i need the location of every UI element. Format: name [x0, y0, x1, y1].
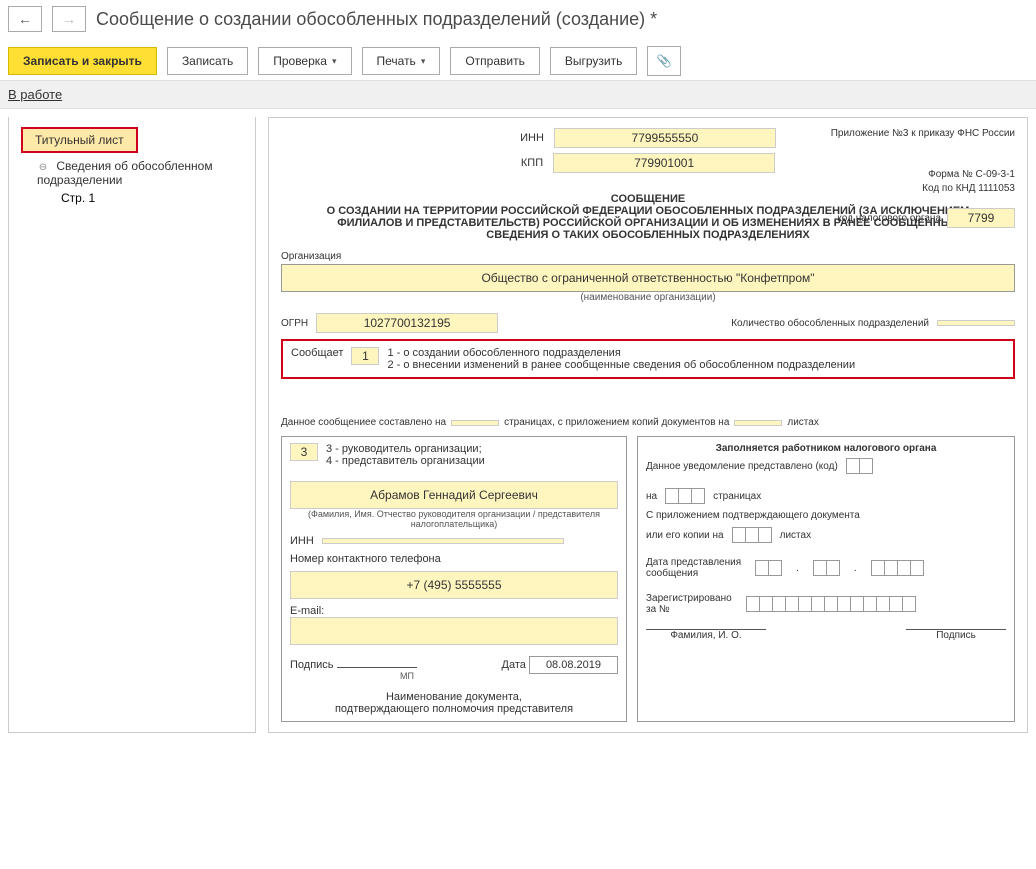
- r2-cells: [665, 488, 705, 504]
- chevron-down-icon: ▾: [332, 56, 337, 67]
- check-menu-button[interactable]: Проверка ▾: [258, 47, 351, 75]
- r6a-label: Зарегистрировано: [646, 593, 732, 604]
- reports-label: Сообщает: [291, 347, 343, 359]
- form-number: Форма № С-09-3-1: [922, 168, 1015, 182]
- role-line-2: 4 - представитель организации: [326, 455, 485, 467]
- pages-field-2[interactable]: [734, 420, 782, 426]
- auth-doc-line1: Наименование документа,: [290, 691, 618, 703]
- r5-cells-1: [755, 560, 782, 576]
- r2a-label: на: [646, 491, 657, 502]
- sign-line: [337, 667, 417, 668]
- send-button[interactable]: Отправить: [450, 47, 540, 75]
- sidebar-item-subdivision[interactable]: ⊖ Сведения об обособленном подразделении: [15, 157, 255, 189]
- save-close-button[interactable]: Записать и закрыть: [8, 47, 157, 75]
- save-button[interactable]: Записать: [167, 47, 248, 75]
- date-field[interactable]: 08.08.2019: [529, 656, 618, 674]
- document-pane: Приложение №3 к приказу ФНС России Форма…: [268, 117, 1028, 733]
- r2b-label: страницах: [713, 491, 761, 502]
- r4-cells: [732, 527, 772, 543]
- tax-officer-column: Заполняется работником налогового органа…: [637, 436, 1015, 722]
- r1-label: Данное уведомление представлено (код): [646, 461, 838, 472]
- role-line-1: 3 - руководитель организации;: [326, 443, 485, 455]
- signer-column: 3 3 - руководитель организации; 4 - пред…: [281, 436, 627, 722]
- r1-cells: [846, 458, 873, 474]
- headline-1: СООБЩЕНИЕ: [321, 193, 975, 205]
- tax-code-label: код налогового органа: [837, 213, 941, 224]
- chevron-down-icon: ▾: [421, 56, 426, 67]
- inn-label: ИНН: [520, 132, 544, 144]
- pages-text-2: страницах, с приложением копий документо…: [504, 417, 729, 428]
- appendix-note: Приложение №3 к приказу ФНС России: [831, 128, 1015, 139]
- r4a-label: или его копии на: [646, 530, 724, 541]
- r6b-label: за №: [646, 604, 732, 615]
- reports-option-2: 2 - о внесении изменений в ранее сообщен…: [387, 359, 855, 371]
- pages-text-3: листах: [787, 417, 818, 428]
- sidebar-subdivision-label: Сведения об обособленном подразделении: [37, 159, 213, 187]
- r5-cells-2: [813, 560, 840, 576]
- right-title: Заполняется работником налогового органа: [646, 443, 1006, 454]
- r3-label: С приложением подтверждающего документа: [646, 510, 1006, 521]
- ogrn-field[interactable]: 1027700132195: [316, 313, 498, 333]
- fio-caption: (Фамилия, Имя. Отчество руководителя орг…: [290, 509, 618, 529]
- org-section-label: Организация: [281, 251, 1015, 262]
- attach-button[interactable]: 📎: [647, 46, 681, 76]
- r6-cells: [746, 596, 916, 612]
- print-label: Печать: [377, 54, 416, 68]
- subcount-field[interactable]: [937, 320, 1015, 326]
- check-label: Проверка: [273, 54, 327, 68]
- inn-field[interactable]: 7799555550: [554, 128, 776, 148]
- reports-option-1: 1 - о создании обособленного подразделен…: [387, 347, 855, 359]
- reports-box: Сообщает 1 1 - о создании обособленного …: [281, 339, 1015, 379]
- kpp-field[interactable]: 779901001: [553, 153, 775, 173]
- r5a-label: Дата представления: [646, 557, 741, 568]
- sign-caption-right: Подпись: [906, 630, 1006, 641]
- pages-field-1[interactable]: [451, 420, 499, 426]
- email-field[interactable]: [290, 617, 618, 645]
- paperclip-icon: 📎: [657, 54, 672, 68]
- pages-text-1: Данное сообщениее составлено на: [281, 417, 446, 428]
- r5b-label: сообщения: [646, 568, 741, 579]
- fio-caption-right: Фамилия, И. О.: [646, 630, 766, 641]
- sidebar-item-title-page[interactable]: Титульный лист: [21, 127, 138, 153]
- reports-value-field[interactable]: 1: [351, 347, 379, 365]
- print-menu-button[interactable]: Печать ▾: [362, 47, 441, 75]
- tax-code-field[interactable]: 7799: [947, 208, 1015, 228]
- status-link[interactable]: В работе: [8, 87, 62, 102]
- collapse-icon[interactable]: ⊖: [37, 162, 49, 173]
- ogrn-label: ОГРН: [281, 318, 308, 329]
- sign-label: Подпись: [290, 659, 334, 671]
- export-button[interactable]: Выгрузить: [550, 47, 638, 75]
- auth-doc-line2: подтверждающего полномочия представителя: [290, 703, 618, 715]
- r5-cells-3: [871, 560, 924, 576]
- fio-field[interactable]: Абрамов Геннадий Сергеевич: [290, 481, 618, 509]
- sidebar: Титульный лист ⊖ Сведения об обособленно…: [8, 117, 256, 733]
- knd-code: Код по КНД 1111053: [922, 182, 1015, 196]
- r4b-label: листах: [780, 530, 811, 541]
- page-title: Сообщение о создании обособленных подраз…: [96, 9, 657, 30]
- nav-forward-button[interactable]: →: [52, 6, 86, 32]
- phone-field[interactable]: +7 (495) 5555555: [290, 571, 618, 599]
- sidebar-item-page-1[interactable]: Стр. 1: [15, 189, 255, 207]
- signer-inn-label: ИНН: [290, 535, 314, 547]
- org-caption: (наименование организации): [281, 292, 1015, 303]
- signer-inn-field[interactable]: [322, 538, 564, 544]
- role-code-field[interactable]: 3: [290, 443, 318, 461]
- date-label: Дата: [502, 659, 526, 671]
- org-name-field[interactable]: Общество с ограниченной ответственностью…: [282, 265, 1014, 291]
- kpp-label: КПП: [521, 157, 543, 169]
- email-label: E-mail:: [290, 605, 618, 617]
- phone-label: Номер контактного телефона: [290, 553, 618, 565]
- subcount-label: Количество обособленных подразделений: [731, 318, 929, 329]
- nav-back-button[interactable]: ←: [8, 6, 42, 32]
